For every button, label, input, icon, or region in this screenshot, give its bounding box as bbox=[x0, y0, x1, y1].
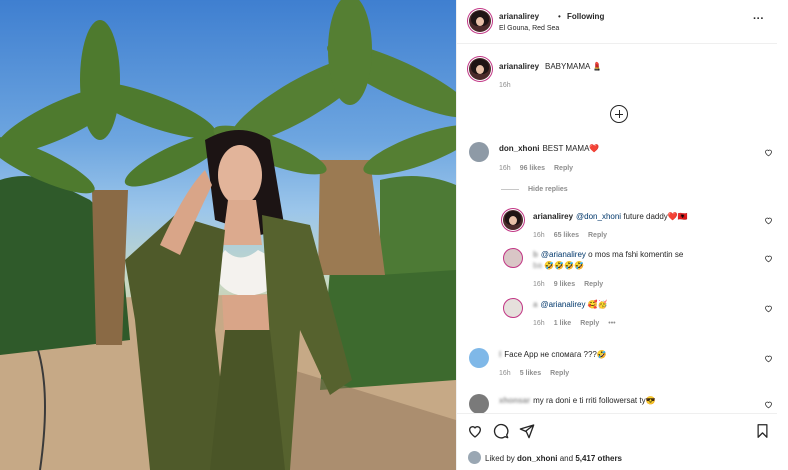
commenter-avatar[interactable] bbox=[469, 348, 489, 368]
author-username[interactable]: arianalirey bbox=[499, 12, 539, 21]
liked-by-summary: Liked by don_xhoni and 5,417 others bbox=[485, 454, 622, 463]
reply-button[interactable]: Reply bbox=[584, 281, 603, 288]
commenter-avatar[interactable] bbox=[503, 248, 523, 268]
hide-replies-button[interactable]: Hide replies bbox=[501, 186, 568, 193]
comment-time[interactable]: 16h bbox=[499, 165, 511, 172]
comment-text: 🥰🥳 bbox=[587, 300, 608, 309]
comment-text: o mos ma fshi komentin se bbox=[588, 250, 684, 259]
liked-by-prefix: Liked by bbox=[485, 454, 515, 463]
header-separator: • bbox=[558, 12, 561, 21]
share-icon[interactable] bbox=[519, 423, 535, 439]
comment-username[interactable]: xhonsar bbox=[499, 396, 530, 405]
comment-likes[interactable]: 5 likes bbox=[520, 370, 541, 377]
comment-likes[interactable]: 96 likes bbox=[520, 165, 545, 172]
comment-mention[interactable]: @arianalirey bbox=[540, 300, 585, 309]
author-avatar[interactable] bbox=[469, 10, 491, 32]
comment-text: my ra doni e ti rriti followersat ty😎 bbox=[533, 396, 656, 405]
reply-button[interactable]: Reply bbox=[550, 370, 569, 377]
caption-username[interactable]: arianalirey bbox=[499, 62, 539, 71]
caption-time[interactable]: 16h bbox=[499, 82, 511, 89]
commenter-avatar[interactable] bbox=[469, 394, 489, 414]
comment-username[interactable]: a bbox=[533, 300, 537, 309]
comment-icon[interactable] bbox=[493, 423, 509, 439]
liked-by-and: and bbox=[559, 454, 574, 463]
comment-username[interactable]: don_xhoni bbox=[499, 144, 539, 153]
comment-more-icon[interactable]: ••• bbox=[608, 320, 615, 327]
reply-button[interactable]: Reply bbox=[554, 165, 573, 172]
comment-likes[interactable]: 65 likes bbox=[554, 232, 579, 239]
post-panel: arianalirey • Following El Gouna, Red Se… bbox=[456, 0, 788, 470]
more-horizontal-icon[interactable]: ··· bbox=[753, 13, 764, 25]
plus-circle-icon[interactable] bbox=[610, 105, 628, 123]
commenter-avatar[interactable] bbox=[503, 210, 523, 230]
photo-illustration bbox=[0, 0, 456, 470]
reply-button[interactable]: Reply bbox=[588, 232, 607, 239]
caption-avatar[interactable] bbox=[469, 58, 491, 80]
post-actions: Liked by don_xhoni and 5,417 others bbox=[457, 413, 777, 470]
comment-time[interactable]: 16h bbox=[533, 320, 545, 327]
comment-text: BEST MAMA❤️ bbox=[542, 144, 600, 153]
heart-icon[interactable] bbox=[467, 423, 483, 439]
comment-time[interactable]: 16h bbox=[533, 232, 545, 239]
bookmark-icon[interactable] bbox=[755, 423, 770, 439]
comment-likes[interactable]: 9 likes bbox=[554, 281, 575, 288]
post-header: arianalirey • Following El Gouna, Red Se… bbox=[457, 0, 777, 44]
comment-mention[interactable]: @don_xhoni bbox=[576, 212, 621, 221]
heart-icon[interactable] bbox=[764, 216, 773, 225]
liker-avatar[interactable] bbox=[468, 451, 481, 464]
comment-username[interactable]: b bbox=[533, 250, 538, 259]
comment-text: Face App не спомага ???🤣 bbox=[504, 350, 607, 359]
commenter-avatar[interactable] bbox=[469, 142, 489, 162]
comment-text: future daddy❤️🇦🇱 bbox=[623, 212, 688, 221]
reply-button[interactable]: Reply bbox=[580, 320, 599, 327]
comment-time[interactable]: 16h bbox=[533, 281, 545, 288]
liked-by-count[interactable]: 5,417 others bbox=[575, 454, 622, 463]
comment-mention[interactable]: @arianalirey bbox=[541, 250, 586, 259]
following-button[interactable]: Following bbox=[567, 12, 604, 21]
heart-icon[interactable] bbox=[764, 304, 773, 313]
comment-username[interactable]: l bbox=[499, 350, 501, 359]
comment-text-cont: ba bbox=[533, 261, 542, 270]
liked-by-user[interactable]: don_xhoni bbox=[517, 454, 557, 463]
comment-likes[interactable]: 1 like bbox=[554, 320, 572, 327]
comment-time[interactable]: 16h bbox=[499, 370, 511, 377]
post-photo[interactable] bbox=[0, 0, 456, 470]
heart-icon[interactable] bbox=[764, 148, 773, 157]
caption-text: BABYMAMA 💄 bbox=[545, 62, 603, 71]
heart-icon[interactable] bbox=[764, 354, 773, 363]
comment-emoji: 🤣🤣🤣🤣 bbox=[544, 261, 584, 270]
location-link[interactable]: El Gouna, Red Sea bbox=[499, 25, 559, 32]
commenter-avatar[interactable] bbox=[503, 298, 523, 318]
heart-icon[interactable] bbox=[764, 400, 773, 409]
heart-icon[interactable] bbox=[764, 254, 773, 263]
comment-username[interactable]: arianalirey bbox=[533, 212, 573, 221]
